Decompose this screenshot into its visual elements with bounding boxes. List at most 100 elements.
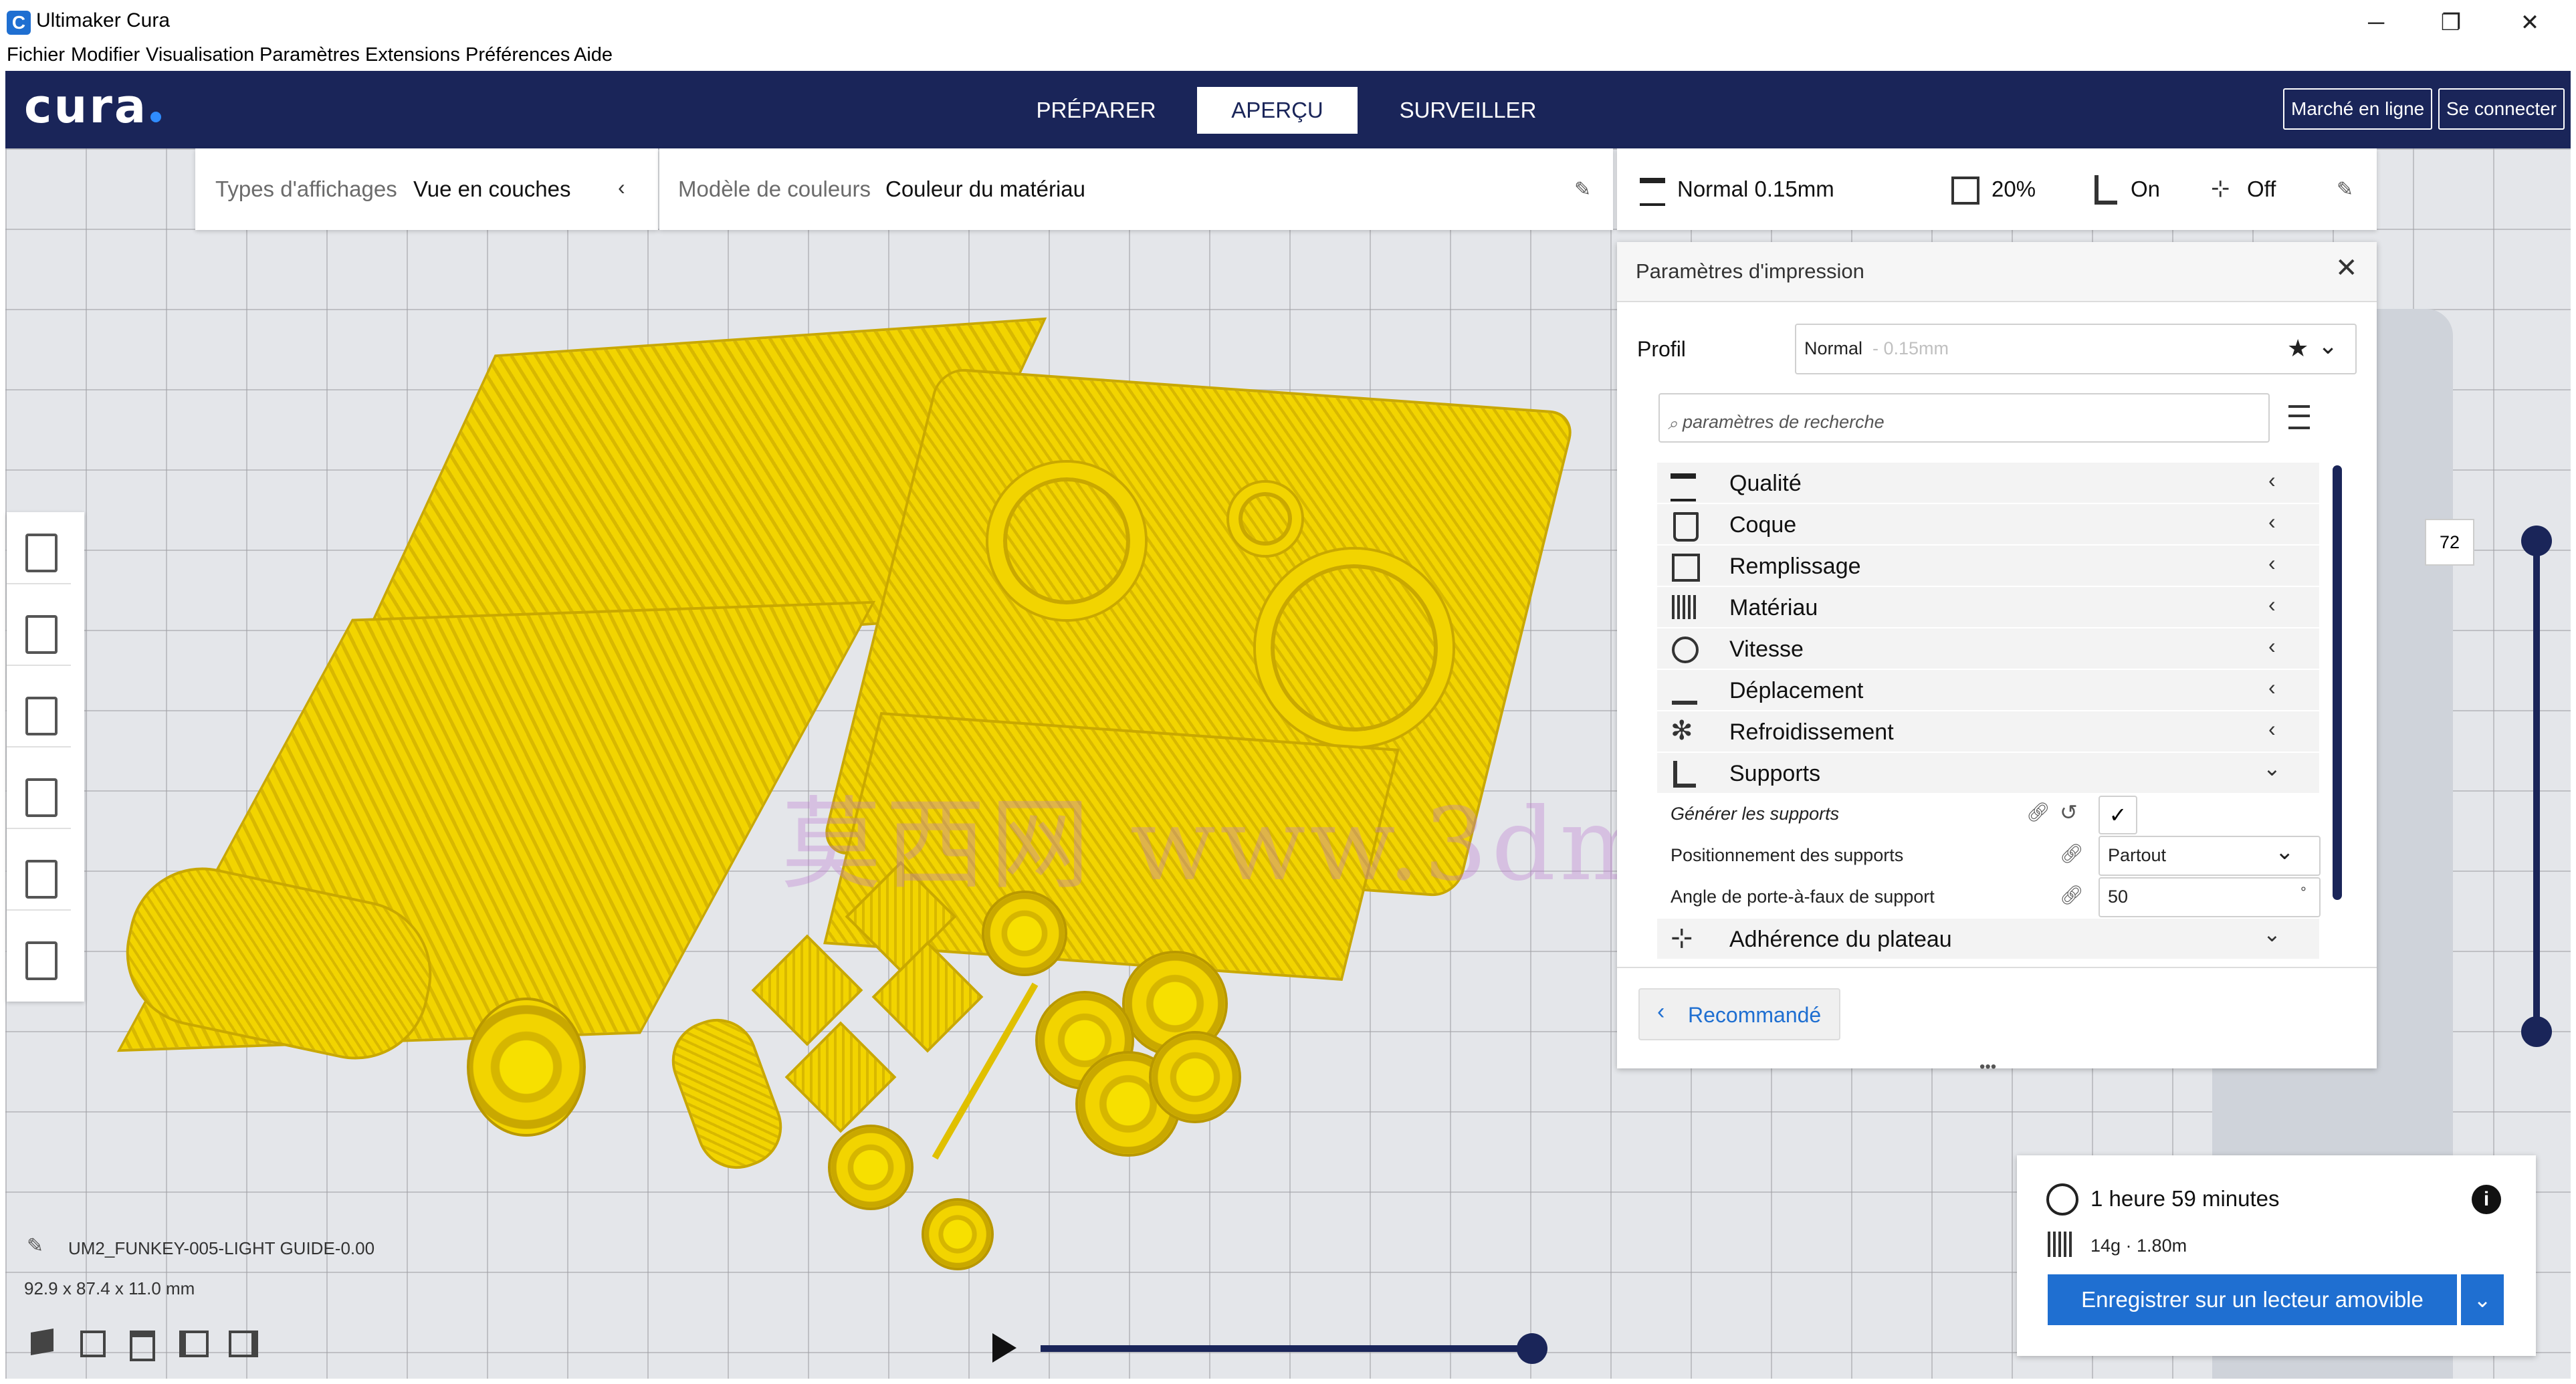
title-bar xyxy=(0,0,2576,45)
model-dpad-ring xyxy=(988,463,1145,619)
link-icon: 🔗︎ xyxy=(2026,802,2050,822)
color-scheme-select[interactable]: Couleur du matériau xyxy=(885,177,1085,202)
profile-dropdown-value: Normal xyxy=(1804,338,1863,358)
signin-button[interactable]: Se connecter xyxy=(2438,88,2565,130)
recommended-button[interactable]: ‹ Recommandé xyxy=(1638,988,1840,1040)
mirror-tool-button[interactable] xyxy=(7,764,71,829)
category-label: Coque xyxy=(1729,512,1797,538)
menu-edit[interactable]: Modifier xyxy=(71,44,140,66)
layer-slider-track[interactable] xyxy=(2533,540,2540,1032)
category-travel[interactable]: Déplacement ‹ xyxy=(1657,670,2319,710)
category-adhesion[interactable]: ⊹ Adhérence du plateau ⌄ xyxy=(1657,919,2319,959)
layer-slider-top-handle[interactable] xyxy=(2521,526,2552,556)
tab-preview[interactable]: APERÇU xyxy=(1197,87,1358,134)
move-tool-button[interactable] xyxy=(7,519,71,584)
model-button-disc[interactable] xyxy=(828,1125,914,1210)
menu-file[interactable]: Fichier xyxy=(7,44,65,66)
restore-button[interactable]: ❐ xyxy=(2421,5,2481,40)
quality-icon xyxy=(1640,178,1665,206)
layer-progress-handle[interactable] xyxy=(1517,1333,1547,1364)
overhang-angle-input[interactable] xyxy=(2099,877,2321,917)
play-icon[interactable] xyxy=(992,1333,1016,1363)
view-type-select[interactable]: Vue en couches xyxy=(413,177,570,202)
settings-panel-title: Paramètres d'impression xyxy=(1636,259,1864,283)
reset-icon[interactable]: ↺ xyxy=(2060,800,2078,825)
adhesion-icon: ⊹ xyxy=(2211,176,2230,201)
right-view-icon[interactable] xyxy=(229,1331,258,1357)
material-icon xyxy=(2048,1232,2072,1257)
menu-extensions[interactable]: Extensions xyxy=(365,44,460,66)
support-icon xyxy=(1673,761,1696,788)
chevron-left-icon[interactable]: ‹ xyxy=(618,175,625,200)
view-type-label: Types d'affichages xyxy=(215,177,397,201)
support-blocker-icon xyxy=(25,941,58,980)
menu-preferences[interactable]: Préférences xyxy=(465,44,570,66)
top-view-icon[interactable] xyxy=(130,1331,155,1361)
scale-tool-button[interactable] xyxy=(7,600,71,666)
category-label: Supports xyxy=(1729,761,1821,786)
chevron-down-icon[interactable]: ⌄ xyxy=(2318,332,2338,360)
chevron-left-icon: ‹ xyxy=(2268,551,2276,575)
save-to-removable-button[interactable]: Enregistrer sur un lecteur amovible xyxy=(2048,1274,2457,1325)
marketplace-button[interactable]: Marché en ligne xyxy=(2283,88,2433,130)
model-button-ring xyxy=(1256,550,1453,746)
pencil-icon[interactable]: ✎ xyxy=(2337,178,2353,201)
chevron-left-icon: ‹ xyxy=(1657,999,1665,1024)
menu-icon[interactable] xyxy=(2288,405,2310,429)
chevron-down-icon[interactable]: ⌄ xyxy=(2275,838,2294,865)
support-blocker-button[interactable] xyxy=(7,927,71,991)
pencil-icon[interactable]: ✎ xyxy=(27,1234,43,1258)
front-view-icon[interactable] xyxy=(80,1331,106,1357)
per-model-settings-button[interactable] xyxy=(7,845,71,911)
category-support[interactable]: Supports ⌄ xyxy=(1657,753,2319,793)
layer-slider-bottom-handle[interactable] xyxy=(2521,1016,2552,1047)
info-icon[interactable]: i xyxy=(2472,1185,2501,1214)
pencil-icon[interactable]: ✎ xyxy=(1574,178,1591,201)
star-icon[interactable]: ★ xyxy=(2287,334,2309,362)
category-material[interactable]: Matériau ‹ xyxy=(1657,587,2319,627)
generate-support-checkbox[interactable]: ✓ xyxy=(2099,796,2137,834)
category-shell[interactable]: Coque ‹ xyxy=(1657,504,2319,544)
chevron-left-icon: ‹ xyxy=(2268,468,2276,492)
close-icon[interactable]: ✕ xyxy=(2335,253,2358,283)
search-placeholder: paramètres de recherche xyxy=(1683,412,1885,432)
category-label: Qualité xyxy=(1729,471,1802,496)
category-speed[interactable]: Vitesse ‹ xyxy=(1657,628,2319,669)
model-button-disc[interactable] xyxy=(922,1198,994,1270)
category-infill[interactable]: Remplissage ‹ xyxy=(1657,546,2319,586)
menu-help[interactable]: Aide xyxy=(574,44,613,66)
category-label: Déplacement xyxy=(1729,678,1864,703)
infill-icon xyxy=(1951,177,1979,205)
layer-progress-track[interactable] xyxy=(1041,1345,1535,1352)
tab-monitor[interactable]: SURVEILLER xyxy=(1391,87,1545,134)
3d-view-icon[interactable] xyxy=(31,1329,53,1355)
clock-icon xyxy=(2046,1183,2078,1216)
color-scheme-label: Modèle de couleurs xyxy=(678,177,871,201)
app-logo-icon: C xyxy=(7,11,31,35)
close-window-button[interactable]: ✕ xyxy=(2500,5,2560,40)
layer-value-box[interactable]: 72 xyxy=(2425,519,2474,566)
left-view-icon[interactable] xyxy=(179,1331,209,1357)
summary-adhesion: Off xyxy=(2247,177,2276,201)
settings-scrollbar[interactable] xyxy=(2333,465,2342,900)
model-part-knob[interactable] xyxy=(467,998,586,1137)
material-icon xyxy=(1672,595,1697,619)
material-usage: 14g · 1.80m xyxy=(2090,1236,2187,1256)
category-quality[interactable]: Qualité ‹ xyxy=(1657,463,2319,503)
chevron-down-icon[interactable]: ⌄ xyxy=(2461,1274,2504,1325)
category-label: Adhérence du plateau xyxy=(1729,927,1952,952)
object-name: UM2_FUNKEY-005-LIGHT GUIDE-0.00 xyxy=(68,1238,375,1258)
rotate-tool-button[interactable] xyxy=(7,682,71,747)
resize-handle[interactable]: ••• xyxy=(1979,1058,1996,1076)
mirror-icon xyxy=(25,778,58,817)
chevron-left-icon: ‹ xyxy=(2268,634,2276,658)
model-part-lightguide[interactable] xyxy=(660,1007,794,1181)
tab-prepare[interactable]: PRÉPARER xyxy=(1023,87,1169,134)
menu-settings[interactable]: Paramètres xyxy=(259,44,360,66)
shell-icon xyxy=(1673,512,1699,542)
category-cooling[interactable]: ✻ Refroidissement ‹ xyxy=(1657,711,2319,752)
model-button-disc[interactable] xyxy=(1149,1031,1241,1123)
menu-view[interactable]: Visualisation xyxy=(146,44,254,66)
profile-label: Profil xyxy=(1637,337,1686,361)
minimize-button[interactable]: ─ xyxy=(2346,5,2406,40)
